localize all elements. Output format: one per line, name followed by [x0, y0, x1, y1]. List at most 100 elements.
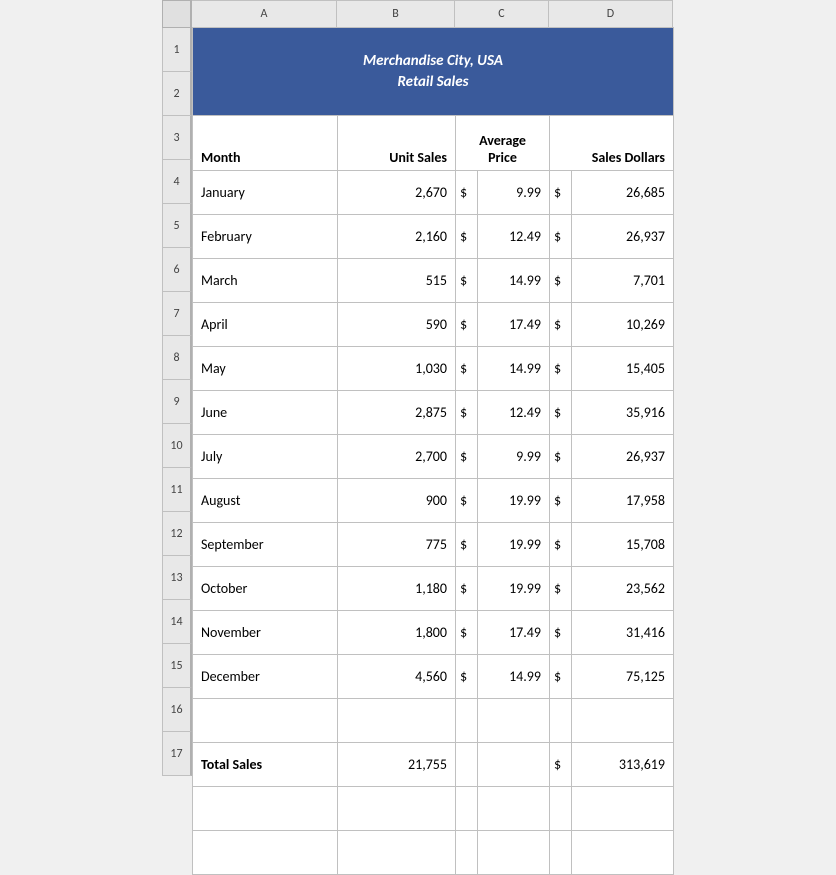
sales-cell: 26,937 [572, 435, 674, 479]
title-line1: Merchandise City, USA [363, 52, 503, 70]
month-cell: May [193, 347, 338, 391]
table-row: July 2,700 $ 9.99 $ 26,937 [193, 435, 674, 479]
sales-cell: 35,916 [572, 391, 674, 435]
sales-cell: 26,685 [572, 171, 674, 215]
sales-cell: 75,125 [572, 655, 674, 699]
price-cell: 19.99 [478, 567, 550, 611]
sales-cell: 10,269 [572, 303, 674, 347]
row-num-3: 3 [162, 116, 192, 160]
table-row: May 1,030 $ 14.99 $ 15,405 [193, 347, 674, 391]
month-cell: February [193, 215, 338, 259]
units-cell: 2,700 [338, 435, 456, 479]
empty-row [193, 787, 674, 831]
empty-cell [338, 699, 456, 743]
empty-cell [456, 787, 478, 831]
units-cell: 1,180 [338, 567, 456, 611]
empty-cell [550, 787, 572, 831]
month-cell: August [193, 479, 338, 523]
col-header-a[interactable]: A [192, 0, 337, 28]
avg-price-header: Average Price [456, 116, 550, 171]
price-dollar-sign: $ [456, 523, 478, 567]
units-cell: 1,800 [338, 611, 456, 655]
row-num-15: 15 [162, 644, 192, 688]
units-cell: 590 [338, 303, 456, 347]
sales-dollar-sign: $ [550, 303, 572, 347]
title-merged-cell: Merchandise City, USA Retail Sales [193, 28, 674, 116]
row-num-16: 16 [162, 688, 192, 732]
col-header-c[interactable]: C [455, 0, 549, 28]
unit-sales-header: Unit Sales [338, 116, 456, 171]
month-cell: April [193, 303, 338, 347]
price-dollar-sign: $ [456, 215, 478, 259]
row-num-14: 14 [162, 600, 192, 644]
month-cell: March [193, 259, 338, 303]
sales-cell: 17,958 [572, 479, 674, 523]
price-dollar-sign: $ [456, 479, 478, 523]
empty-cell [572, 699, 674, 743]
corner-cell [162, 0, 192, 28]
total-units: 21,755 [338, 743, 456, 787]
row-numbers-column: 1 2 3 4 5 6 7 8 9 10 11 12 13 14 15 16 1… [162, 0, 192, 875]
table-row: October 1,180 $ 19.99 $ 23,562 [193, 567, 674, 611]
table-row: November 1,800 $ 17.49 $ 31,416 [193, 611, 674, 655]
sales-dollar-sign: $ [550, 435, 572, 479]
sales-dollar-sign: $ [550, 215, 572, 259]
price-dollar-sign: $ [456, 391, 478, 435]
empty-cell [478, 743, 550, 787]
empty-cell [456, 743, 478, 787]
sales-dollar-sign: $ [550, 259, 572, 303]
table-row: June 2,875 $ 12.49 $ 35,916 [193, 391, 674, 435]
column-headers: A B C D [192, 0, 674, 28]
row-num-17: 17 [162, 732, 192, 776]
empty-cell [338, 787, 456, 831]
price-cell: 14.99 [478, 259, 550, 303]
total-dollar-sign: $ [550, 743, 572, 787]
table-row: December 4,560 $ 14.99 $ 75,125 [193, 655, 674, 699]
month-cell: December [193, 655, 338, 699]
row-num-11: 11 [162, 468, 192, 512]
units-cell: 2,160 [338, 215, 456, 259]
sales-dollar-sign: $ [550, 347, 572, 391]
header-row: Month Unit Sales Average Price Sales Dol… [193, 116, 674, 171]
row-num-5: 5 [162, 204, 192, 248]
empty-cell [193, 699, 338, 743]
empty-cell [550, 831, 572, 875]
sales-cell: 15,405 [572, 347, 674, 391]
price-dollar-sign: $ [456, 171, 478, 215]
price-cell: 14.99 [478, 655, 550, 699]
row-num-10: 10 [162, 424, 192, 468]
sales-dollar-sign: $ [550, 523, 572, 567]
price-cell: 19.99 [478, 523, 550, 567]
month-header: Month [193, 116, 338, 171]
units-cell: 1,030 [338, 347, 456, 391]
sales-cell: 31,416 [572, 611, 674, 655]
sales-cell: 26,937 [572, 215, 674, 259]
col-header-b[interactable]: B [337, 0, 455, 28]
sales-dollar-sign: $ [550, 611, 572, 655]
price-cell: 12.49 [478, 215, 550, 259]
units-cell: 515 [338, 259, 456, 303]
col-header-d[interactable]: D [549, 0, 673, 28]
table-row: August 900 $ 19.99 $ 17,958 [193, 479, 674, 523]
empty-cell [456, 831, 478, 875]
table-row: September 775 $ 19.99 $ 15,708 [193, 523, 674, 567]
table-area: A B C D Merchandise City, USA Retail Sal… [192, 0, 674, 875]
price-cell: 9.99 [478, 435, 550, 479]
price-dollar-sign: $ [456, 655, 478, 699]
row-num-12: 12 [162, 512, 192, 556]
price-dollar-sign: $ [456, 303, 478, 347]
units-cell: 900 [338, 479, 456, 523]
table-row: March 515 $ 14.99 $ 7,701 [193, 259, 674, 303]
month-cell: January [193, 171, 338, 215]
units-cell: 775 [338, 523, 456, 567]
spreadsheet: 1 2 3 4 5 6 7 8 9 10 11 12 13 14 15 16 1… [162, 0, 674, 875]
main-table: Merchandise City, USA Retail Sales Month… [192, 27, 674, 875]
price-cell: 19.99 [478, 479, 550, 523]
sales-dollar-sign: $ [550, 171, 572, 215]
row-num-6: 6 [162, 248, 192, 292]
row-num-9: 9 [162, 380, 192, 424]
units-cell: 4,560 [338, 655, 456, 699]
empty-cell [478, 831, 550, 875]
empty-cell [550, 699, 572, 743]
empty-cell [572, 787, 674, 831]
